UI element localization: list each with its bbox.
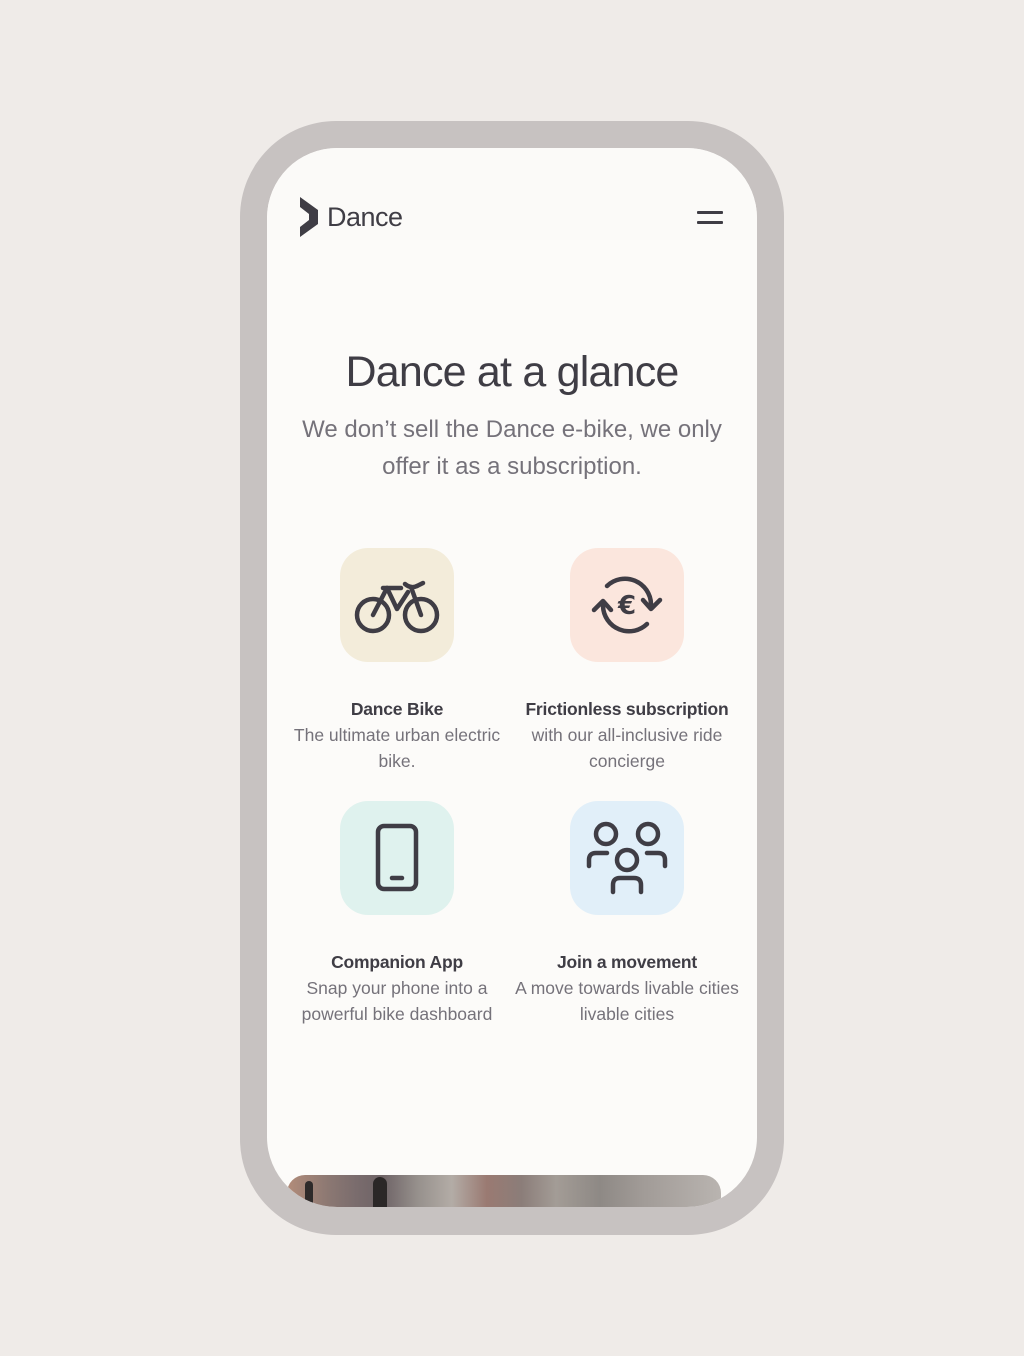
photo-detail bbox=[305, 1181, 313, 1207]
feature-dance-bike: Dance Bike The ultimate urban electric b… bbox=[282, 548, 512, 774]
feature-tile bbox=[340, 548, 454, 662]
feature-title: Join a movement bbox=[557, 952, 697, 972]
feature-companion-app: Companion App Snap your phone into a pow… bbox=[282, 801, 512, 1027]
euro-exchange-icon: € bbox=[591, 576, 663, 634]
photo-detail bbox=[373, 1177, 387, 1207]
feature-description: with our all-inclusive ride concierge bbox=[531, 725, 723, 771]
feature-title: Frictionless subscription bbox=[525, 699, 729, 719]
feature-frictionless-subscription: € Frictionless subscription with our all… bbox=[512, 548, 742, 774]
feature-description: The ultimate urban electric bike. bbox=[293, 725, 501, 771]
dance-logo-icon bbox=[300, 197, 318, 237]
hero-subtitle: We don’t sell the Dance e-bike, we only … bbox=[302, 416, 722, 480]
navigation-bar: Dance bbox=[267, 148, 757, 240]
phone-screen: Dance Dance at a glance We don’t sell th… bbox=[267, 148, 757, 1207]
feature-title: Companion App bbox=[331, 952, 463, 972]
carousel-image[interactable] bbox=[287, 1175, 721, 1207]
feature-description: Snap your phone into a powerful bike das… bbox=[301, 978, 493, 1024]
carousel-next-image[interactable] bbox=[742, 1176, 757, 1207]
phone-frame: Dance Dance at a glance We don’t sell th… bbox=[240, 121, 784, 1235]
feature-tile bbox=[570, 801, 684, 915]
feature-tile: € bbox=[570, 548, 684, 662]
smartphone-icon bbox=[375, 823, 419, 892]
bike-icon bbox=[354, 580, 440, 634]
feature-description: A move towards livable cities livable ci… bbox=[515, 978, 739, 1024]
feature-title: Dance Bike bbox=[350, 699, 444, 719]
hero-title: Dance at a glance bbox=[345, 348, 679, 396]
feature-join-a-movement: Join a movement A move towards livable c… bbox=[512, 801, 742, 1027]
menu-icon bbox=[697, 211, 723, 214]
menu-button[interactable] bbox=[694, 206, 726, 230]
brand-logo[interactable]: Dance bbox=[297, 196, 403, 238]
menu-icon-line bbox=[697, 221, 723, 224]
people-group-icon bbox=[586, 821, 668, 895]
brand-name: Dance bbox=[327, 201, 403, 232]
feature-tile bbox=[340, 801, 454, 915]
svg-text:€: € bbox=[617, 591, 636, 621]
